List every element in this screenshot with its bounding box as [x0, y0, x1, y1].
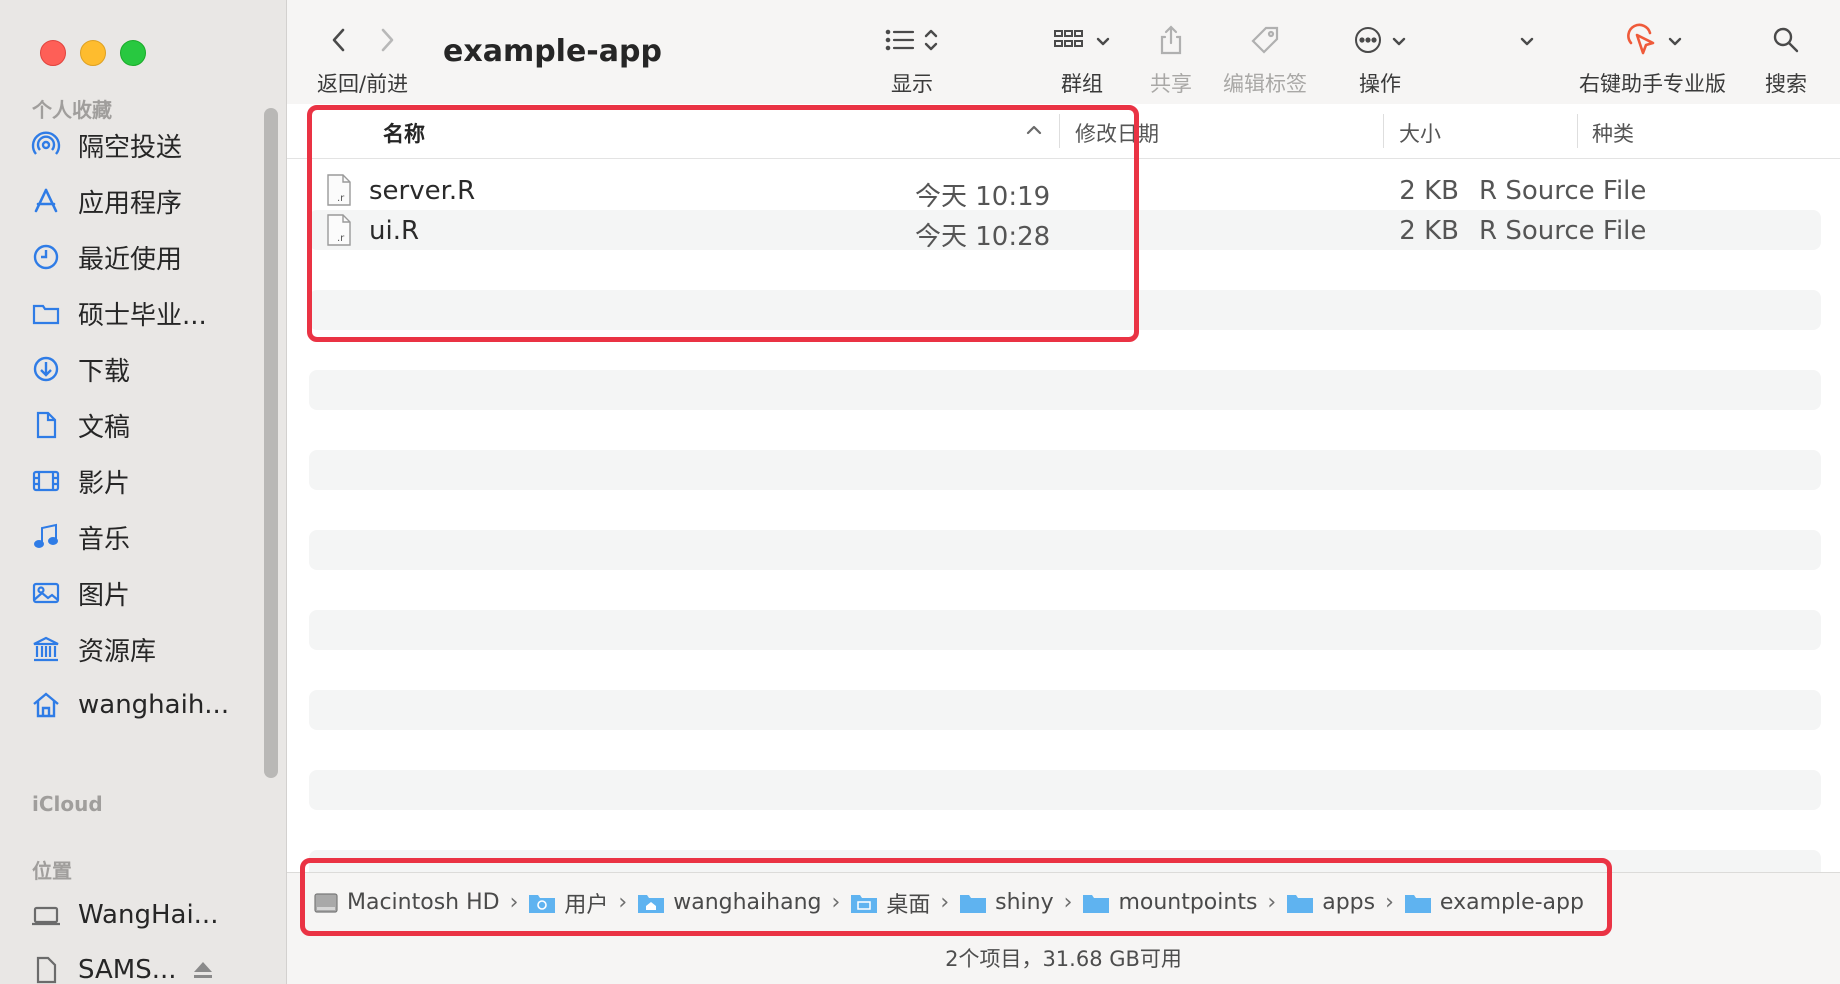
airdrop-icon: [30, 129, 62, 161]
chevron-down-icon: [1391, 33, 1407, 52]
sidebar-item-label: SAMS...: [78, 955, 177, 984]
more-circle-icon: [1353, 25, 1383, 59]
share-button[interactable]: 共享: [1150, 22, 1192, 98]
empty-row: [309, 610, 1821, 650]
sidebar-item-mac[interactable]: WangHai...: [30, 891, 265, 939]
sidebar-item-applications[interactable]: 应用程序: [30, 177, 265, 225]
sidebar-item-label: 音乐: [78, 524, 131, 555]
column-kind-header[interactable]: 种类: [1592, 118, 1634, 148]
favorites-heading: 个人收藏: [32, 98, 112, 122]
toolbar: 返回/前进 example-app 显示 群组 共享 编辑标签 操作 右键助手专…: [287, 0, 1840, 105]
sidebar-item-label: 硕士毕业...: [78, 300, 207, 331]
download-icon: [30, 353, 62, 385]
file-size: 2 KB: [1399, 176, 1459, 206]
view-button[interactable]: 显示: [885, 22, 939, 98]
group-button[interactable]: 群组: [1053, 22, 1111, 98]
sidebar-item-label: 应用程序: [78, 188, 183, 219]
forward-chevron-icon[interactable]: [376, 26, 398, 58]
locations-heading: 位置: [32, 859, 72, 883]
sidebar-item-label: WangHai...: [78, 900, 219, 930]
sidebar: 个人收藏 隔空投送 应用程序 最近使用 硕士毕业... 下载 文稿 影片 音乐 …: [0, 0, 287, 984]
sidebar-item-music[interactable]: 音乐: [30, 513, 265, 561]
view-label: 显示: [891, 72, 933, 96]
sidebar-item-home[interactable]: wanghaih...: [30, 681, 265, 729]
empty-row: [309, 530, 1821, 570]
sidebar-item-label: 下载: [78, 356, 131, 387]
window-title: example-app: [443, 34, 662, 69]
share-icon: [1158, 24, 1184, 60]
rightclick-helper-label: 右键助手专业版: [1579, 72, 1726, 96]
file-kind: R Source File: [1479, 216, 1647, 246]
overflow-menu-button[interactable]: [1519, 22, 1535, 62]
back-forward-group: 返回/前进: [317, 22, 408, 98]
share-label: 共享: [1150, 72, 1192, 96]
photo-icon: [30, 577, 62, 609]
action-button[interactable]: 操作: [1353, 22, 1407, 98]
sidebar-item-library[interactable]: 资源库: [30, 625, 265, 673]
sidebar-item-movies[interactable]: 影片: [30, 457, 265, 505]
file-kind: R Source File: [1479, 176, 1647, 206]
group-label: 群组: [1061, 72, 1103, 96]
sidebar-item-label: 图片: [78, 580, 131, 611]
home-icon: [30, 689, 62, 721]
sidebar-item-thesis-folder[interactable]: 硕士毕业...: [30, 289, 265, 337]
empty-row: [309, 450, 1821, 490]
list-view-icon: [885, 27, 915, 57]
sidebar-item-label: 资源库: [78, 636, 157, 667]
sidebar-item-documents[interactable]: 文稿: [30, 401, 265, 449]
group-grid-icon: [1053, 27, 1085, 57]
column-separator[interactable]: [1383, 114, 1384, 148]
document-icon: [30, 409, 62, 441]
sidebar-item-label: 文稿: [78, 412, 131, 443]
applications-icon: [30, 185, 62, 217]
column-separator[interactable]: [1577, 114, 1578, 148]
eject-icon[interactable]: [191, 959, 215, 981]
sidebar-item-label: wanghaih...: [78, 690, 230, 720]
chevron-down-icon: [1095, 33, 1111, 52]
empty-row: [309, 370, 1821, 410]
sidebar-item-recents[interactable]: 最近使用: [30, 233, 265, 281]
icloud-heading: iCloud: [32, 792, 103, 816]
library-icon: [30, 633, 62, 665]
search-icon: [1772, 26, 1800, 58]
empty-row: [309, 770, 1821, 810]
rightclick-helper-button[interactable]: 右键助手专业版: [1579, 22, 1726, 98]
edit-tags-button[interactable]: 编辑标签: [1223, 22, 1307, 98]
back-chevron-icon[interactable]: [328, 26, 350, 58]
column-size-header[interactable]: 大小: [1399, 118, 1441, 148]
status-bar: 2个项目，31.68 GB可用: [287, 932, 1840, 984]
sidebar-item-airdrop[interactable]: 隔空投送: [30, 121, 265, 169]
finder-window: 个人收藏 隔空投送 应用程序 最近使用 硕士毕业... 下载 文稿 影片 音乐 …: [0, 0, 1840, 984]
tag-icon: [1250, 25, 1280, 59]
sidebar-item-label: 影片: [78, 468, 131, 499]
search-label: 搜索: [1765, 72, 1807, 96]
action-label: 操作: [1359, 72, 1401, 96]
clock-icon: [30, 241, 62, 273]
up-down-chevron-icon: [923, 27, 939, 57]
edit-tags-label: 编辑标签: [1223, 72, 1307, 96]
sidebar-item-pictures[interactable]: 图片: [30, 569, 265, 617]
film-icon: [30, 465, 62, 497]
close-window-button[interactable]: [40, 40, 66, 66]
cursor-click-icon: [1623, 23, 1659, 61]
file-size: 2 KB: [1399, 216, 1459, 246]
folder-icon: [30, 297, 62, 329]
sidebar-scrollbar[interactable]: [264, 108, 278, 778]
music-icon: [30, 521, 62, 553]
chevron-down-icon: [1519, 33, 1535, 52]
annotation-highlight-path: [300, 858, 1612, 936]
minimize-window-button[interactable]: [80, 40, 106, 66]
laptop-icon: [30, 899, 62, 931]
empty-row: [309, 690, 1821, 730]
search-button[interactable]: 搜索: [1765, 22, 1807, 98]
annotation-highlight-files: [307, 105, 1139, 342]
sidebar-item-external-drive[interactable]: SAMS...: [30, 946, 265, 984]
sidebar-item-label: 最近使用: [78, 244, 183, 275]
zoom-window-button[interactable]: [120, 40, 146, 66]
back-forward-label: 返回/前进: [317, 72, 409, 96]
chevron-down-icon: [1667, 33, 1683, 52]
sidebar-item-label: 隔空投送: [78, 132, 183, 163]
sidebar-item-downloads[interactable]: 下载: [30, 345, 265, 393]
drive-icon: [30, 954, 62, 984]
